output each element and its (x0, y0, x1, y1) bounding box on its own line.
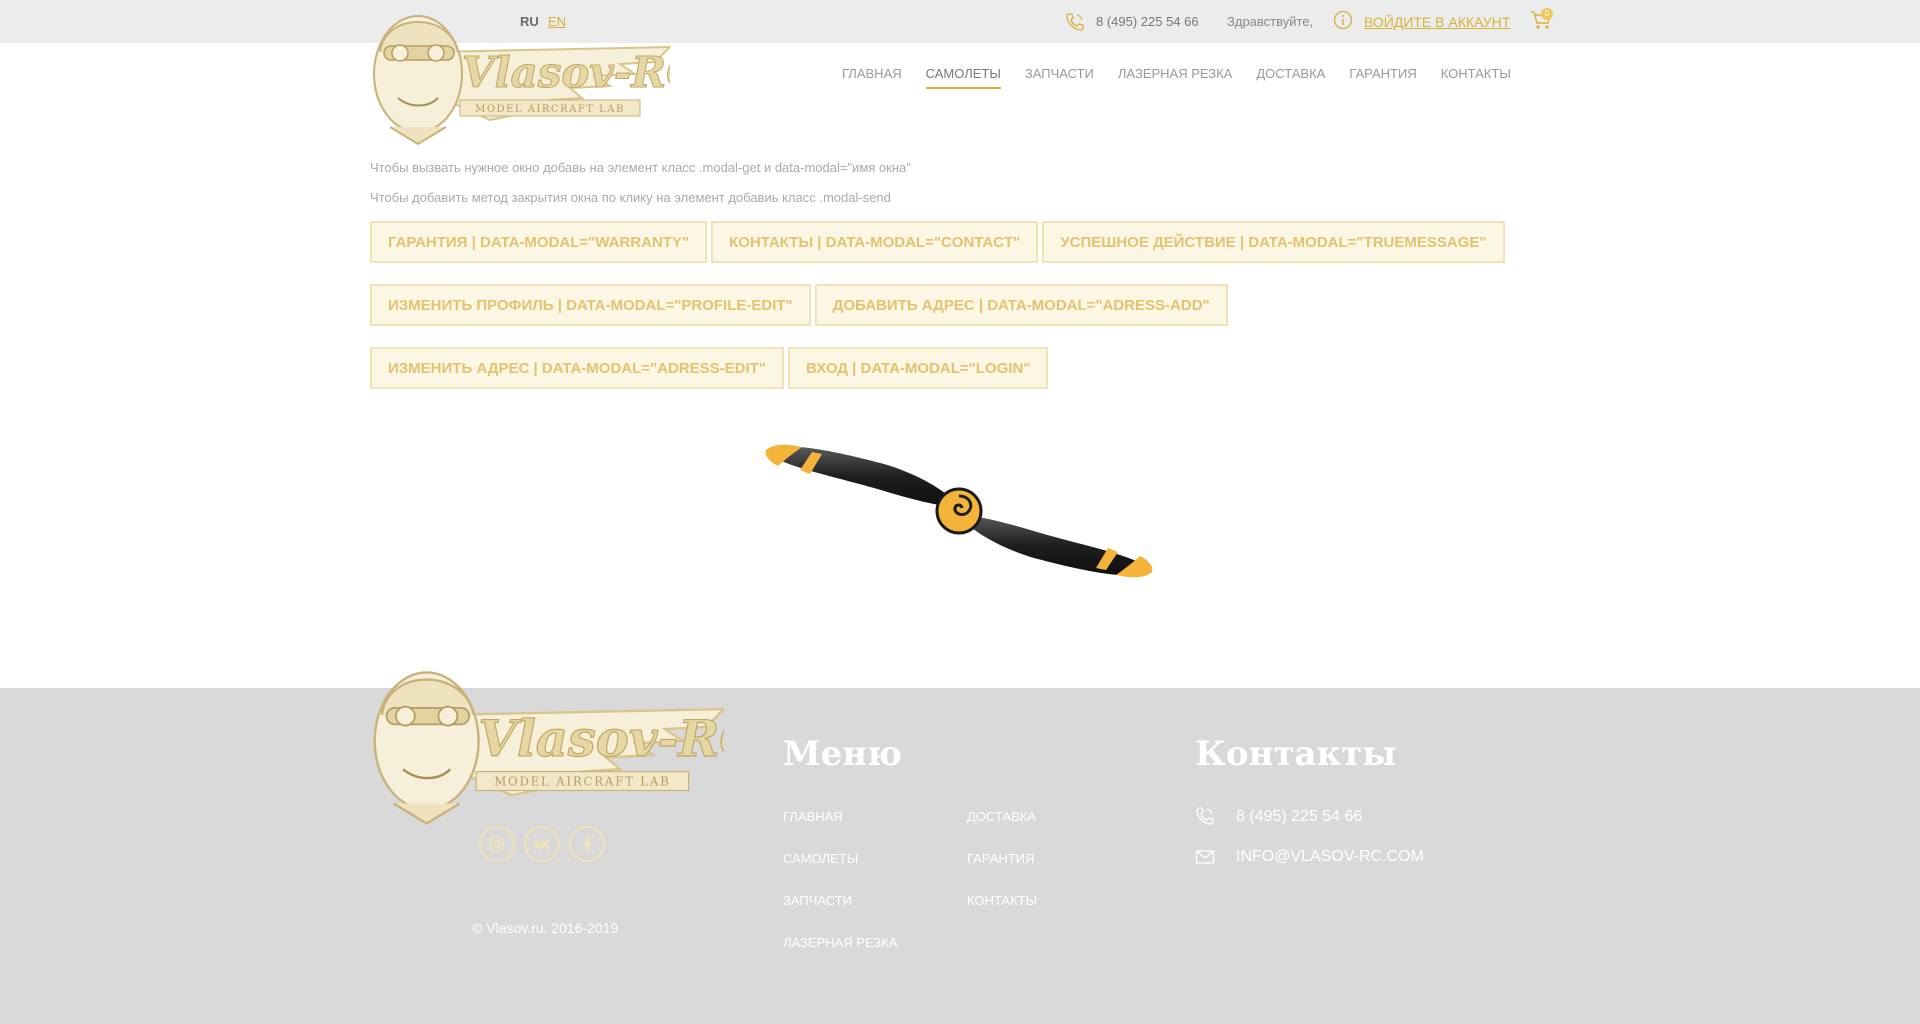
instagram-link[interactable] (479, 826, 515, 862)
truemessage-modal-button[interactable]: Успешное действие | data-modal="truemess… (1042, 221, 1505, 263)
nav-item-delivery[interactable]: Доставка (1256, 66, 1325, 81)
user-info-icon (1333, 10, 1353, 30)
footer-menu-heading: Меню (783, 734, 903, 774)
nav-item-warranty[interactable]: Гарантия (1349, 66, 1416, 81)
phone-icon (1196, 807, 1214, 825)
adress-edit-modal-button[interactable]: Изменить адрес | data-modal="adress-edit… (370, 347, 784, 389)
footer (0, 688, 1920, 1024)
cart-count-badge: 0 (1541, 8, 1553, 20)
modal-button-row: Изменить профиль | data-modal="profile-e… (370, 284, 1228, 326)
hint-text-modal-send: Чтобы добавить метод закрытия окна по кл… (370, 190, 891, 205)
footer-menu-contacts[interactable]: Контакты (967, 893, 1037, 908)
svg-text:Vlasov-RC: Vlasov-RC (462, 48, 670, 97)
phone-icon (1066, 13, 1084, 31)
vk-icon (534, 840, 550, 849)
nav-item-home[interactable]: Главная (842, 66, 902, 81)
svg-text:MODEL AIRCRAFT LAB: MODEL AIRCRAFT LAB (494, 775, 670, 789)
login-link[interactable]: Войдите в аккаунт (1364, 14, 1510, 30)
facebook-icon (583, 836, 592, 852)
vk-link[interactable] (524, 826, 560, 862)
top-bar: RU EN 8 (495) 225 54 66 Здравствуйте, Во… (0, 0, 1920, 43)
modal-button-row: Гарантия | data-modal="warranty" Контакт… (370, 221, 1505, 263)
footer-phone[interactable]: 8 (495) 225 54 66 (1236, 808, 1362, 826)
footer-email[interactable]: INFO@VLASOV-RC.COM (1236, 848, 1424, 866)
instagram-icon (489, 836, 505, 852)
footer-menu-warranty[interactable]: Гарантия (967, 851, 1034, 866)
hint-text-modal-get: Чтобы вызвать нужное окно добавь на элем… (370, 160, 911, 175)
site-logo[interactable]: Vlasov-RC MODEL AIRCRAFT LAB (370, 2, 670, 147)
nav-item-contacts[interactable]: Контакты (1441, 66, 1511, 81)
footer-menu-planes[interactable]: Самолеты (783, 851, 858, 866)
footer-menu-home[interactable]: Главная (783, 809, 843, 824)
modal-button-row: Изменить адрес | data-modal="adress-edit… (370, 347, 1049, 389)
footer-menu-laser[interactable]: Лазерная резка (783, 935, 897, 950)
footer-menu-parts[interactable]: Запчасти (783, 893, 852, 908)
adress-add-modal-button[interactable]: Добавить адрес | data-modal="adress-add" (814, 284, 1228, 326)
footer-logo[interactable]: Vlasov-RC MODEL AIRCRAFT LAB (370, 654, 724, 829)
main-nav: Главная Самолеты Запчасти Лазерная резка… (842, 66, 1511, 89)
propeller-loader-icon (765, 444, 1153, 578)
nav-item-planes[interactable]: Самолеты (925, 66, 1002, 89)
contact-modal-button[interactable]: Контакты | data-modal="contact" (711, 221, 1039, 263)
profile-edit-modal-button[interactable]: Изменить профиль | data-modal="profile-e… (370, 284, 811, 326)
mail-icon (1195, 850, 1215, 864)
nav-item-laser[interactable]: Лазерная резка (1118, 66, 1232, 81)
footer-menu-delivery[interactable]: Доставка (967, 809, 1036, 824)
nav-item-parts[interactable]: Запчасти (1025, 66, 1094, 81)
svg-text:Vlasov-RC: Vlasov-RC (479, 709, 724, 768)
svg-text:MODEL AIRCRAFT LAB: MODEL AIRCRAFT LAB (475, 104, 625, 115)
header-phone[interactable]: 8 (495) 225 54 66 (1096, 14, 1199, 29)
facebook-link[interactable] (569, 826, 605, 862)
login-modal-button[interactable]: Вход | data-modal="login" (787, 347, 1049, 389)
greeting-text: Здравствуйте, (1227, 14, 1314, 29)
copyright-text: © Vlasov.ru, 2016-2019 (472, 920, 619, 936)
footer-contacts-heading: Контакты (1195, 734, 1397, 774)
warranty-modal-button[interactable]: Гарантия | data-modal="warranty" (370, 221, 708, 263)
